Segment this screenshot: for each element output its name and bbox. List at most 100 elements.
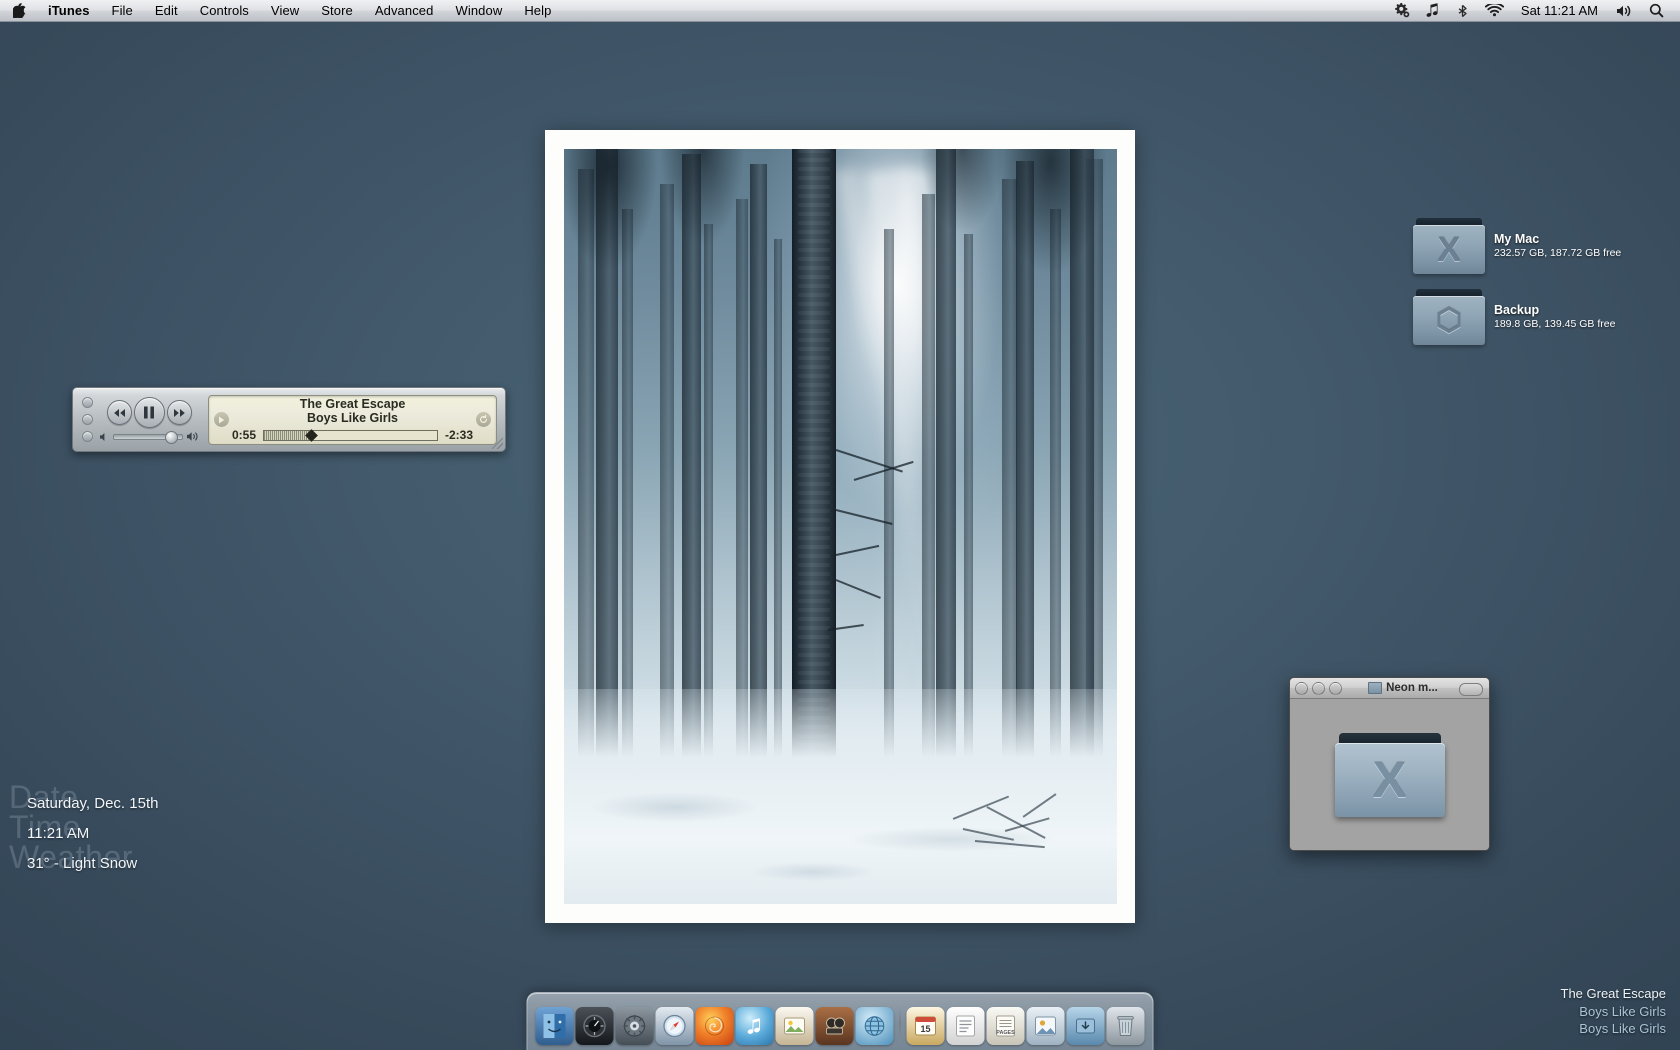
track-title: The Great Escape xyxy=(299,396,406,411)
repeat-icon[interactable] xyxy=(476,412,491,427)
menu-item-view[interactable]: View xyxy=(260,0,310,22)
window-title-wrap: Neon m... xyxy=(1346,682,1460,694)
drive-label: My Mac 232.57 GB, 187.72 GB free xyxy=(1494,231,1621,261)
menu-bar: iTunes File Edit Controls View Store Adv… xyxy=(0,0,1680,22)
gear-icon[interactable] xyxy=(1385,0,1418,22)
window-content[interactable]: X xyxy=(1290,699,1489,850)
snow-brush xyxy=(952,788,1083,848)
drive-capacity: 232.57 GB, 187.72 GB free xyxy=(1494,247,1622,260)
dock-item-firefox[interactable] xyxy=(695,1007,734,1045)
volume-knob[interactable] xyxy=(165,430,178,444)
spotlight-search-icon[interactable] xyxy=(1641,0,1672,22)
desktop: iTunes File Edit Controls View Store Adv… xyxy=(0,0,1680,1050)
menu-bar-status-area: Sat 11:21 AM xyxy=(1385,0,1680,22)
menu-item-advanced[interactable]: Advanced xyxy=(364,0,445,22)
forest-canopy xyxy=(564,149,1117,479)
music-note-icon[interactable] xyxy=(1418,0,1448,22)
menu-item-file[interactable]: File xyxy=(101,0,144,22)
elapsed-time: 0:55 xyxy=(231,428,256,443)
geektool-value-weather: 31° - Light Snow xyxy=(27,855,138,872)
toolbar-toggle-button[interactable] xyxy=(1459,683,1483,696)
wallpaper-photo-frame xyxy=(545,130,1135,923)
dock-item-iphoto[interactable] xyxy=(775,1007,814,1045)
menu-item-controls[interactable]: Controls xyxy=(189,0,260,22)
dock-item-trash[interactable] xyxy=(1106,1007,1145,1045)
play-small-icon[interactable] xyxy=(214,412,229,427)
zoom-button[interactable] xyxy=(1329,681,1342,695)
dock[interactable]: 15 PAGES xyxy=(526,992,1154,1050)
external-drive-icon[interactable]: ⬡ xyxy=(1413,289,1485,345)
menu-item-window[interactable]: Window xyxy=(444,0,513,22)
progress-fill xyxy=(264,430,311,440)
svg-text:15: 15 xyxy=(920,1024,930,1034)
drive-label: Backup 189.8 GB, 139.45 GB free xyxy=(1494,302,1615,332)
minimize-button[interactable] xyxy=(1312,681,1325,695)
track-artist: Boys Like Girls xyxy=(306,411,398,426)
drive-body: X xyxy=(1413,225,1485,274)
now-playing-overlay: The Great Escape Boys Like Girls Boys Li… xyxy=(1561,985,1667,1038)
volume-high-icon xyxy=(187,432,198,441)
dock-item-ical[interactable]: 15 xyxy=(906,1007,945,1045)
menu-item-edit[interactable]: Edit xyxy=(144,0,189,22)
finder-window[interactable]: Neon m... X xyxy=(1289,677,1490,851)
volume-low-icon xyxy=(100,432,105,441)
geektool-overlay: Date Saturday, Dec. 15th Time 11:21 AM W… xyxy=(9,781,339,880)
drive-glyph: ⬡ xyxy=(1435,303,1463,337)
desktop-drive-my-mac[interactable]: X My Mac 232.57 GB, 187.72 GB free xyxy=(1413,218,1621,274)
close-button[interactable] xyxy=(1295,681,1308,695)
window-title: Neon m... xyxy=(1386,682,1438,694)
itunes-lcd-display[interactable]: The Great Escape Boys Like Girls 0:55 -2… xyxy=(208,394,497,445)
now-playing-album: Boys Like Girls xyxy=(1579,1021,1666,1037)
lcd-track-info: The Great Escape Boys Like Girls 0:55 -2… xyxy=(229,397,476,443)
dock-item-pages[interactable]: PAGES xyxy=(986,1007,1025,1045)
widget-dot xyxy=(82,414,93,425)
wifi-icon[interactable] xyxy=(1477,0,1512,22)
folder-glyph: X xyxy=(1372,751,1407,808)
dock-item-iweb[interactable] xyxy=(855,1007,894,1045)
dock-item-itunes[interactable] xyxy=(735,1007,774,1045)
rewind-icon[interactable] xyxy=(106,400,132,425)
transport-controls xyxy=(97,397,199,444)
desktop-drive-backup[interactable]: ⬡ Backup 189.8 GB, 139.45 GB free xyxy=(1413,289,1615,345)
volume-track[interactable] xyxy=(113,430,183,444)
transport-row xyxy=(106,397,192,428)
folder-icon xyxy=(1368,682,1383,694)
dock-item-safari[interactable] xyxy=(655,1007,694,1045)
window-title-bar[interactable]: Neon m... xyxy=(1290,678,1489,699)
dock-item-system-preferences[interactable] xyxy=(615,1007,654,1045)
menu-item-help[interactable]: Help xyxy=(513,0,562,22)
widget-corner-dots xyxy=(79,397,97,442)
dock-item-stacks-downloads[interactable] xyxy=(1066,1007,1105,1045)
progress-slider[interactable] xyxy=(263,428,438,442)
pause-icon[interactable] xyxy=(133,397,165,428)
dock-item-preview[interactable] xyxy=(1026,1007,1065,1045)
bluetooth-icon[interactable] xyxy=(1448,0,1477,22)
drive-name: Backup xyxy=(1494,303,1540,318)
dock-item-dashboard[interactable] xyxy=(575,1007,614,1045)
menu-item-itunes[interactable]: iTunes xyxy=(37,0,101,22)
menu-item-store[interactable]: Store xyxy=(310,0,364,22)
svg-text:PAGES: PAGES xyxy=(996,1030,1015,1036)
scrub-row: 0:55 -2:33 xyxy=(229,428,476,442)
itunes-mini-controller[interactable]: The Great Escape Boys Like Girls 0:55 -2… xyxy=(72,387,506,452)
now-playing-artist: Boys Like Girls xyxy=(1579,1003,1666,1019)
resize-handle[interactable] xyxy=(492,438,503,449)
drive-name: My Mac xyxy=(1494,232,1540,247)
remaining-time: -2:33 xyxy=(445,428,474,443)
dock-separator xyxy=(899,1003,901,1043)
widget-dot xyxy=(82,431,93,442)
menu-bar-clock[interactable]: Sat 11:21 AM xyxy=(1512,0,1607,22)
menu-bar-left: iTunes File Edit Controls View Store Adv… xyxy=(0,0,562,22)
apple-logo-icon[interactable] xyxy=(0,0,37,22)
folder-item-icon[interactable]: X xyxy=(1334,732,1445,817)
drive-glyph: X xyxy=(1437,230,1461,269)
dock-item-finder[interactable] xyxy=(535,1007,574,1045)
hard-drive-icon[interactable]: X xyxy=(1413,218,1485,274)
dock-item-imovie[interactable] xyxy=(815,1007,854,1045)
geektool-row-weather: Weather 31° - Light Snow xyxy=(9,841,339,880)
fast-forward-icon[interactable] xyxy=(166,400,192,425)
widget-dot xyxy=(82,397,93,408)
volume-icon[interactable] xyxy=(1607,0,1641,22)
volume-slider[interactable] xyxy=(99,430,199,444)
dock-item-textedit[interactable] xyxy=(946,1007,985,1045)
